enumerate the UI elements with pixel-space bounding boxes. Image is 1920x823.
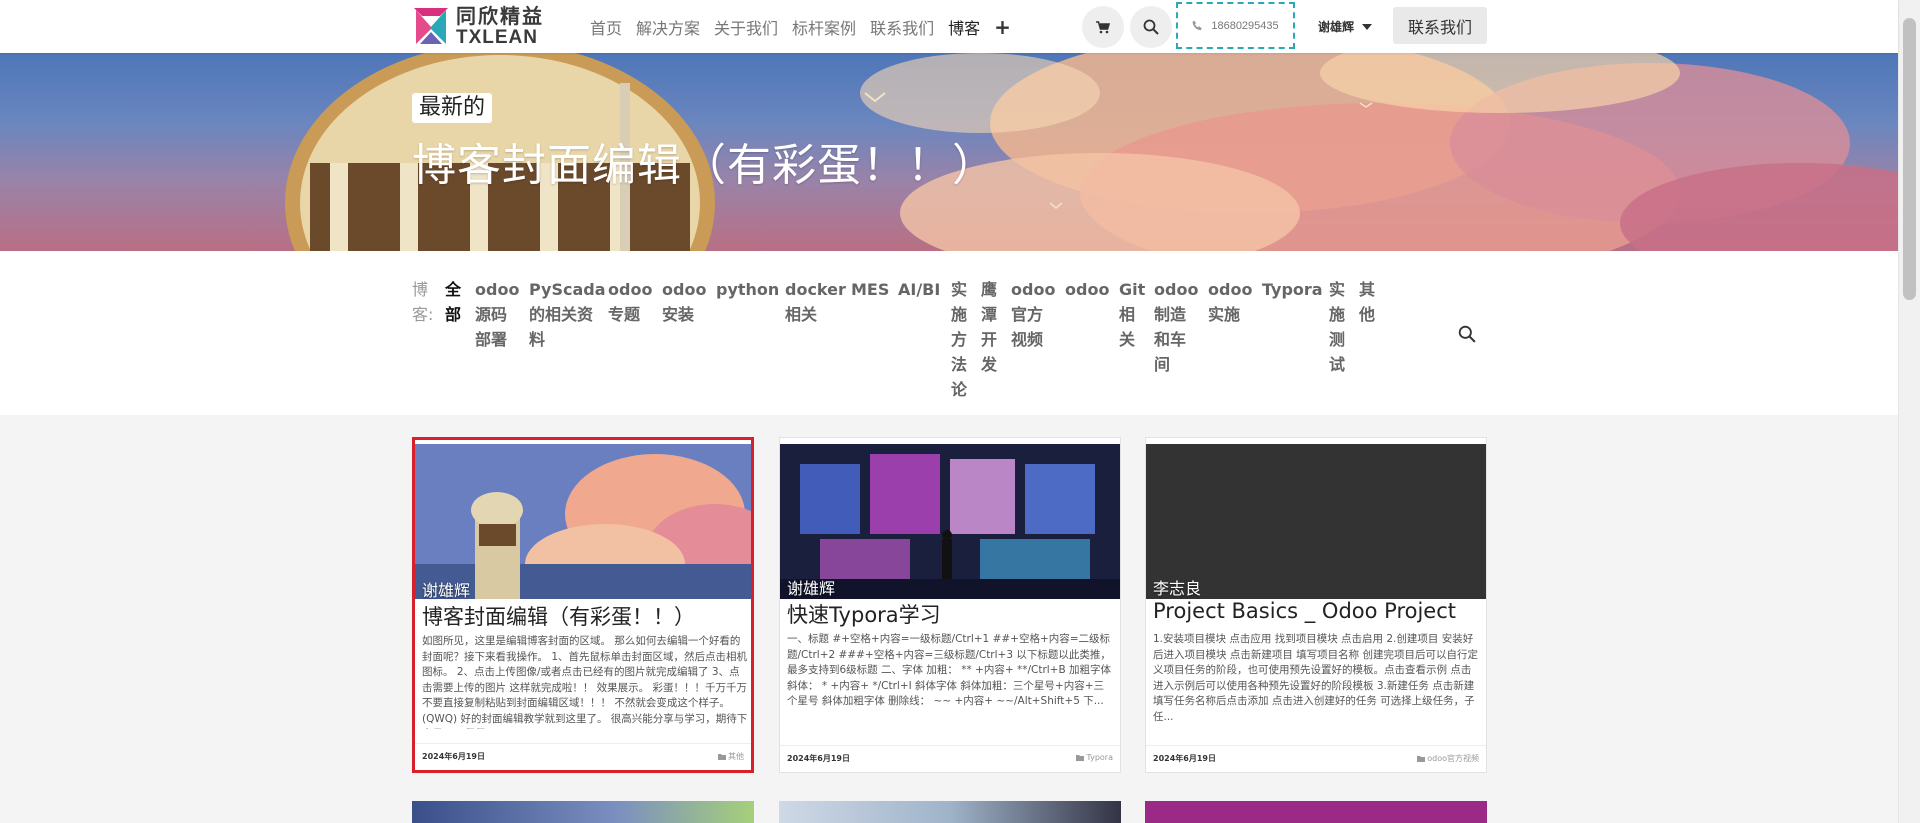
nav-item-blog[interactable]: 博客: [948, 15, 980, 39]
logo-name-en: TXLEAN: [456, 26, 538, 48]
nav-item-cases[interactable]: 标杆案例: [792, 15, 856, 39]
scrollbar-thumb[interactable]: [1903, 18, 1916, 300]
search-icon: [1143, 19, 1159, 35]
cover-title[interactable]: 博客封面编辑（有彩蛋！！）: [412, 129, 997, 193]
post-excerpt: 一、标题 #+空格+内容=一级标题/Ctrl+1 ##+空格+内容=二级标题/C…: [787, 633, 1112, 707]
search-icon: [1458, 325, 1476, 343]
tag-odoo-topics[interactable]: odoo专题: [608, 277, 652, 327]
tag-docker[interactable]: docker相关: [785, 277, 846, 327]
logo-mark-icon: [414, 8, 448, 44]
post-category[interactable]: odoo官方视频: [1417, 753, 1479, 764]
blog-search-button[interactable]: [1400, 315, 1486, 353]
tag-other[interactable]: 其他: [1359, 277, 1376, 327]
post-author: 谢雄辉: [422, 581, 471, 600]
post-author: 李志良: [1153, 579, 1202, 598]
post-date: 2024年6月19日: [1153, 754, 1216, 763]
blog-tag-list: 博客: 全部 odoo源码部署 PyScada的相关资料 odoo专题 odoo…: [412, 277, 1389, 402]
post-date: 2024年6月19日: [787, 754, 850, 763]
tag-odoo-install[interactable]: odoo安装: [662, 277, 706, 327]
post-category-label: odoo官方视频: [1427, 754, 1479, 763]
tag-impl-test[interactable]: 实施测试: [1329, 277, 1346, 377]
folder-icon: [718, 754, 726, 760]
tag-odoo-mfg[interactable]: odoo制造和车间: [1154, 277, 1198, 377]
tag-mes[interactable]: MES: [851, 277, 889, 302]
phone-number: 18680295435: [1211, 19, 1279, 32]
post-excerpt: 1.安装项目模块 点击应用 找到项目模块 点击启用 2.创建项目 安装好后进入项…: [1153, 633, 1479, 723]
nav-item-about[interactable]: 关于我们: [714, 15, 778, 39]
next-post-card-preview[interactable]: [412, 801, 754, 823]
phone-link[interactable]: 18680295435: [1176, 2, 1295, 49]
blog-cover[interactable]: 最新的 博客封面编辑（有彩蛋！！）: [0, 53, 1898, 251]
post-excerpt: 如图所见，这里是编辑博客封面的区域。 那么如何去编辑一个好看的封面呢？接下来看我…: [422, 635, 748, 729]
post-title[interactable]: 博客封面编辑（有彩蛋！！）: [422, 601, 748, 631]
nav-add-button[interactable]: +: [994, 15, 1011, 39]
nav-item-contact[interactable]: 联系我们: [870, 15, 934, 39]
header-search-button[interactable]: [1130, 6, 1172, 48]
blog-post-card[interactable]: 李志良 Project Basics _ Odoo Project 1.安装项目…: [1145, 437, 1487, 773]
folder-icon: [1076, 755, 1085, 761]
site-header: 同欣精益 TXLEAN 首页 解决方案 关于我们 标杆案例 联系我们 博客 + …: [0, 0, 1898, 53]
chevron-down-icon: [1362, 23, 1373, 30]
tag-methodology[interactable]: 实施方法论: [951, 277, 968, 402]
post-footer: 2024年6月19日 Typora: [780, 745, 1120, 772]
next-post-card-preview[interactable]: [779, 801, 1121, 823]
tag-odoo[interactable]: odoo: [1065, 277, 1109, 302]
blog-post-grid: 谢雄辉 博客封面编辑（有彩蛋！！） 如图所见，这里是编辑博客封面的区域。 那么如…: [412, 437, 1487, 823]
blog-post-card[interactable]: 谢雄辉 博客封面编辑（有彩蛋！！） 如图所见，这里是编辑博客封面的区域。 那么如…: [412, 437, 754, 773]
post-category[interactable]: Typora: [1076, 753, 1113, 762]
cart-icon: [1096, 20, 1110, 33]
nav-item-solutions[interactable]: 解决方案: [636, 15, 700, 39]
tag-python[interactable]: python: [716, 277, 779, 302]
site-logo[interactable]: 同欣精益 TXLEAN: [412, 4, 566, 48]
user-name: 谢雄辉: [1318, 20, 1355, 34]
cart-button[interactable]: [1082, 6, 1124, 48]
post-category[interactable]: 其他: [718, 751, 744, 762]
user-menu[interactable]: 谢雄辉: [1318, 0, 1373, 53]
next-post-card-preview[interactable]: [1145, 801, 1487, 823]
tag-yingtan[interactable]: 鹰潭开发: [981, 277, 998, 377]
post-category-label: 其他: [728, 752, 744, 761]
tag-odoo-impl[interactable]: odoo实施: [1208, 277, 1252, 327]
contact-us-button[interactable]: 联系我们: [1393, 7, 1487, 44]
post-category-label: Typora: [1086, 753, 1113, 762]
tag-pyscada[interactable]: PyScada的相关资料: [529, 277, 606, 352]
tag-all[interactable]: 全部: [445, 277, 462, 327]
tag-odoo-video[interactable]: odoo官方视频: [1011, 277, 1055, 352]
main-nav: 首页 解决方案 关于我们 标杆案例 联系我们 博客 +: [590, 0, 1011, 53]
post-title[interactable]: 快速Typora学习: [787, 599, 1113, 629]
blog-post-card[interactable]: 谢雄辉 快速Typora学习 一、标题 #+空格+内容=一级标题/Ctrl+1 …: [779, 437, 1121, 773]
blog-filter-bar: 博客: 全部 odoo源码部署 PyScada的相关资料 odoo专题 odoo…: [0, 251, 1898, 415]
page-scrollbar[interactable]: [1898, 0, 1920, 823]
nav-item-home[interactable]: 首页: [590, 15, 622, 39]
post-footer: 2024年6月19日 其他: [415, 743, 751, 770]
tag-odoo-source[interactable]: odoo源码部署: [475, 277, 519, 352]
post-author: 谢雄辉: [787, 579, 836, 598]
tag-ai-bi[interactable]: AI/BI: [898, 277, 940, 302]
post-title[interactable]: Project Basics _ Odoo Project: [1153, 599, 1479, 623]
latest-badge: 最新的: [412, 93, 493, 123]
folder-icon: [1417, 756, 1426, 762]
tag-git[interactable]: Git相关: [1119, 277, 1145, 352]
logo-name-cn: 同欣精益: [456, 3, 544, 28]
post-date: 2024年6月19日: [422, 752, 485, 761]
phone-icon: [1192, 20, 1203, 31]
post-cover-image: [415, 444, 751, 599]
post-footer: 2024年6月19日 odoo官方视频: [1146, 745, 1486, 772]
filter-label: 博客:: [412, 280, 434, 324]
tag-typora[interactable]: Typora: [1262, 277, 1323, 302]
